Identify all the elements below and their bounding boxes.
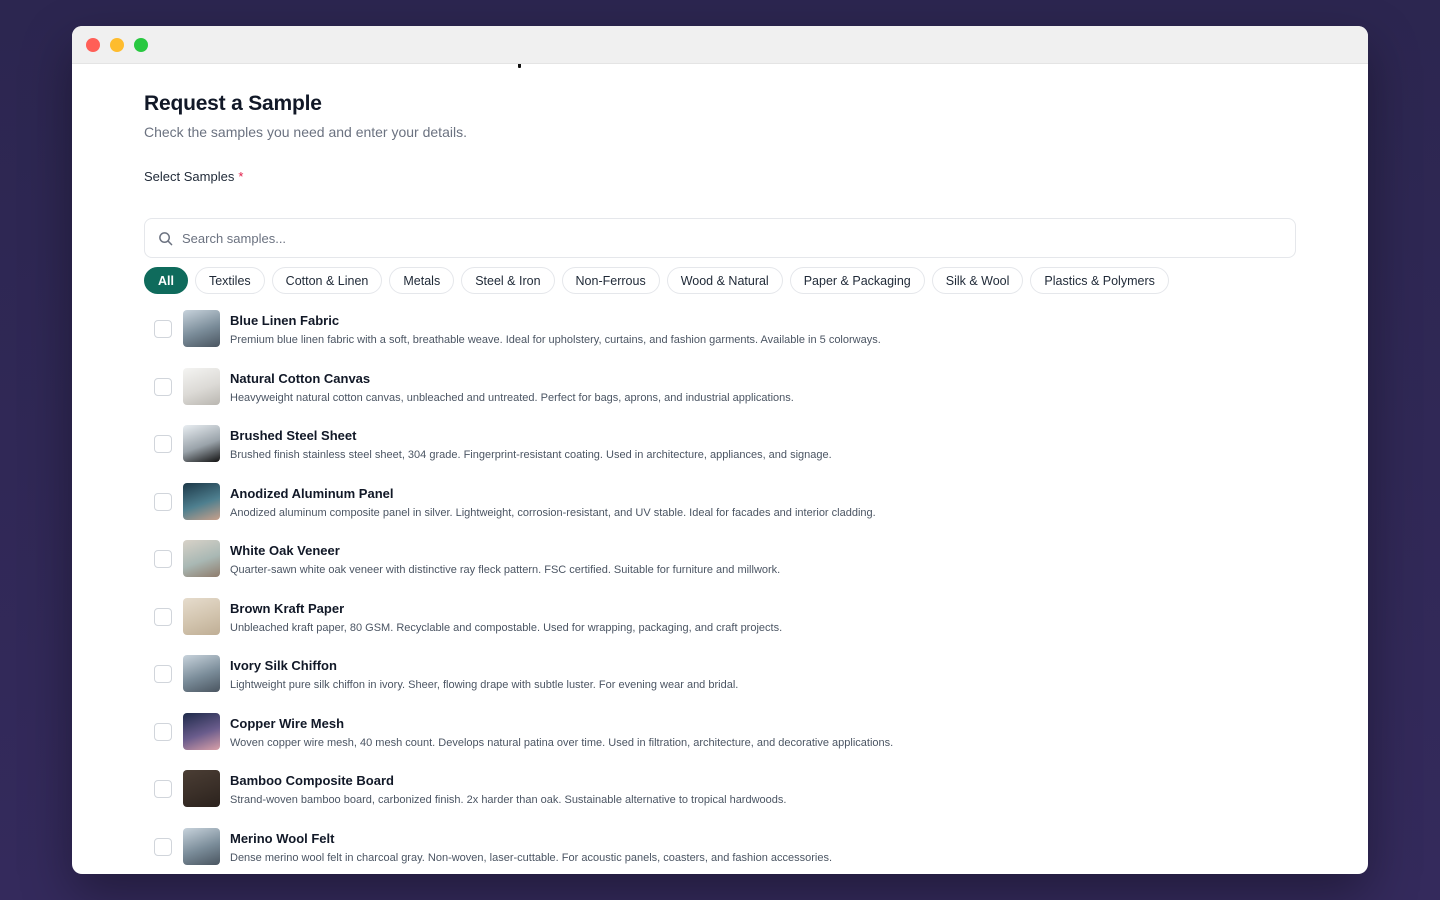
sample-thumbnail: [183, 310, 220, 347]
filter-chip[interactable]: Paper & Packaging: [789, 267, 925, 294]
filter-chip[interactable]: Textiles: [194, 267, 265, 294]
list-item[interactable]: White Oak Veneer Quarter-sawn white oak v…: [144, 534, 1296, 592]
sample-name: White Oak Veneer: [230, 543, 340, 558]
sample-description: Anodized aluminum composite panel in sil…: [230, 506, 876, 519]
sample-checkbox[interactable]: [154, 492, 172, 511]
sample-name: Ivory Silk Chiffon: [230, 658, 337, 673]
sample-text: White Oak Veneer Quarter-sawn white oak v…: [230, 534, 780, 576]
sample-text: Ivory Silk Chiffon Lightweight pure silk …: [230, 649, 738, 691]
sample-text: Brown Kraft Paper Unbleached kraft paper,…: [230, 592, 782, 634]
window-titlebar: [72, 26, 1368, 64]
sample-description: Lightweight pure silk chiffon in ivory. …: [230, 679, 739, 691]
list-item[interactable]: Ivory Silk Chiffon Lightweight pure silk …: [144, 649, 1296, 707]
list-item[interactable]: Brown Kraft Paper Unbleached kraft paper,…: [144, 592, 1296, 650]
sample-checkbox[interactable]: [154, 722, 172, 741]
sample-list: Blue Linen Fabric Premium blue linen fabr…: [144, 304, 1296, 874]
sample-thumbnail: [183, 482, 220, 520]
search-icon: [159, 231, 173, 245]
sample-description: Brushed finish stainless steel sheet, 30…: [230, 449, 832, 461]
sample-description: Woven copper wire mesh, 40 mesh count. D…: [230, 736, 894, 749]
filter-chips: All Textiles Cotton & Linen Metals Steel & I…: [144, 267, 1296, 294]
list-item[interactable]: Blue Linen Fabric Premium blue linen fabr…: [144, 304, 1296, 362]
list-item[interactable]: Merino Wool Felt Dense merino wool felt i…: [144, 822, 1296, 875]
sample-description: Dense merino wool felt in charcoal gray.…: [230, 851, 833, 864]
sample-checkbox[interactable]: [154, 837, 172, 856]
sample-thumbnail: [183, 425, 220, 462]
list-item[interactable]: Bamboo Composite Board Strand-woven bambo…: [144, 764, 1296, 822]
sample-text: Brushed Steel Sheet Brushed finish stainl…: [230, 419, 832, 461]
page-subtitle: Check the samples you need and enter you…: [144, 124, 467, 140]
sample-checkbox[interactable]: [154, 550, 172, 568]
sample-description: Heavyweight natural cotton canvas, unble…: [230, 391, 794, 404]
minimize-button[interactable]: [110, 37, 124, 52]
sample-checkbox[interactable]: [154, 320, 172, 338]
filter-chip[interactable]: Plastics & Polymers: [1030, 267, 1169, 294]
sample-thumbnail: [183, 597, 220, 635]
sample-text: Blue Linen Fabric Premium blue linen fabr…: [230, 304, 881, 346]
page-content: Request a Sample Check the samples you n…: [72, 64, 1368, 874]
filter-chip[interactable]: Steel & Iron: [461, 267, 555, 294]
sample-description: Quarter-sawn white oak veneer with disti…: [230, 564, 781, 576]
filter-chip[interactable]: Cotton & Linen: [271, 267, 383, 294]
list-item[interactable]: Natural Cotton Canvas Heavyweight natural…: [144, 362, 1296, 420]
filter-chip[interactable]: Non-Ferrous: [561, 267, 660, 294]
sample-thumbnail: [183, 827, 220, 865]
sample-checkbox[interactable]: [154, 607, 172, 626]
list-item[interactable]: Copper Wire Mesh Woven copper wire mesh, …: [144, 707, 1296, 765]
sample-thumbnail: [183, 655, 220, 692]
sample-text: Anodized Aluminum Panel Anodized aluminum…: [230, 477, 876, 519]
sample-description: Premium blue linen fabric with a soft, b…: [230, 334, 881, 346]
required-indicator: *: [238, 169, 244, 184]
sample-name: Brown Kraft Paper: [230, 600, 345, 616]
list-item[interactable]: Brushed Steel Sheet Brushed finish stainl…: [144, 419, 1296, 477]
close-button[interactable]: [86, 37, 100, 52]
browser-window: Request a Sample Check the samples you n…: [72, 26, 1368, 874]
filter-chip[interactable]: Metals: [389, 267, 455, 294]
sample-checkbox[interactable]: [154, 665, 172, 683]
filter-chip[interactable]: All: [144, 267, 188, 294]
list-item[interactable]: Anodized Aluminum Panel Anodized aluminum…: [144, 477, 1296, 535]
clipped-heading-fragment: [518, 64, 521, 68]
filter-chip[interactable]: Wood & Natural: [666, 267, 783, 294]
sample-checkbox[interactable]: [154, 780, 172, 798]
sample-text: Merino Wool Felt Dense merino wool felt i…: [230, 822, 832, 864]
sample-thumbnail: [183, 367, 220, 405]
sample-text: Natural Cotton Canvas Heavyweight natural…: [230, 362, 794, 404]
sample-name: Merino Wool Felt: [230, 830, 335, 846]
sample-name: Anodized Aluminum Panel: [230, 485, 394, 501]
sample-name: Brushed Steel Sheet: [230, 428, 357, 443]
sample-description: Strand-woven bamboo board, carbonized fi…: [230, 794, 787, 806]
sample-text: Copper Wire Mesh Woven copper wire mesh, …: [230, 707, 893, 749]
sample-thumbnail: [183, 770, 220, 807]
sample-text: Bamboo Composite Board Strand-woven bambo…: [230, 764, 786, 806]
field-label-text: Select Samples: [144, 169, 235, 184]
maximize-button[interactable]: [134, 37, 148, 52]
filter-chip[interactable]: Silk & Wool: [931, 267, 1024, 294]
search-input[interactable]: [182, 230, 1295, 246]
sample-checkbox[interactable]: [154, 435, 172, 453]
select-samples-label: Select Samples *: [144, 169, 1296, 184]
sample-thumbnail: [183, 540, 220, 577]
sample-name: Bamboo Composite Board: [230, 773, 394, 788]
sample-checkbox[interactable]: [154, 377, 172, 396]
sample-name: Copper Wire Mesh: [230, 715, 345, 731]
page-title: Request a Sample: [144, 92, 322, 115]
sample-thumbnail: [183, 712, 220, 750]
sample-name: Natural Cotton Canvas: [230, 370, 371, 386]
sample-description: Unbleached kraft paper, 80 GSM. Recyclab…: [230, 621, 783, 634]
sample-name: Blue Linen Fabric: [230, 313, 340, 328]
search-box[interactable]: [144, 218, 1296, 258]
